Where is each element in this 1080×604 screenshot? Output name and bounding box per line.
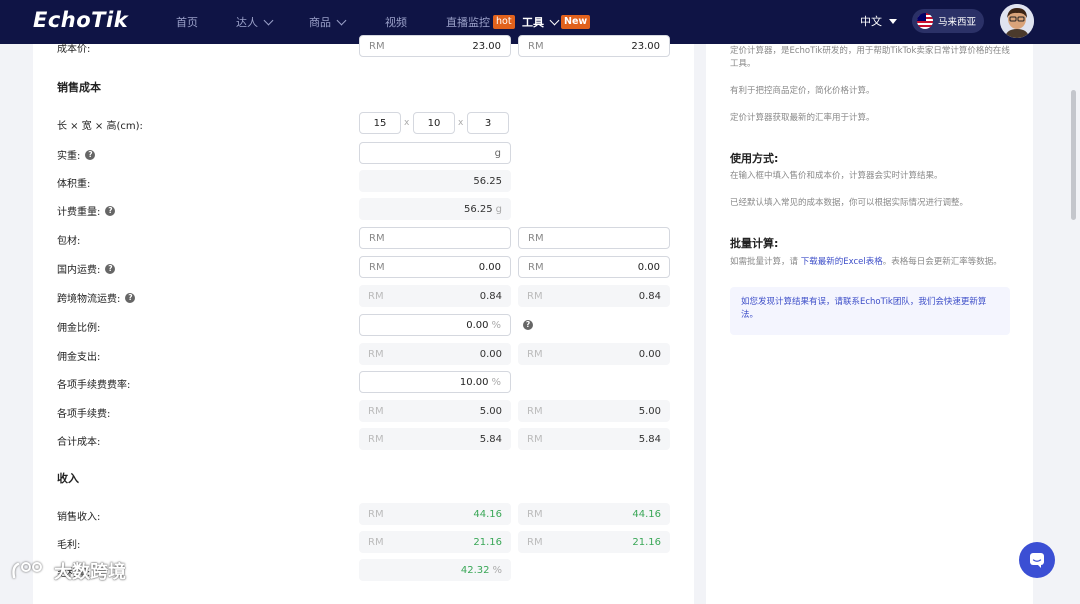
- packaging-input-1[interactable]: RM: [359, 227, 511, 249]
- commission-expense-value-1: RM 0.00: [359, 343, 511, 365]
- hot-badge: hot: [493, 15, 515, 29]
- chevron-down-icon: [549, 15, 560, 25]
- sales-income-value-2: RM 44.16: [518, 503, 670, 525]
- chat-icon: [1030, 553, 1044, 568]
- download-excel-link[interactable]: 下载最新的Excel表格: [801, 257, 883, 267]
- billing-weight-value: 56.25 g: [359, 198, 511, 220]
- width-input[interactable]: 10: [413, 112, 455, 134]
- new-badge: New: [561, 15, 591, 29]
- margin-value: 42.32%: [359, 559, 511, 581]
- total-cost-value-1: RM 5.84: [359, 428, 511, 450]
- avatar-icon: [1000, 4, 1034, 38]
- total-cost-value-2: RM 5.84: [518, 428, 670, 450]
- dimensions-label: 长 × 宽 × 高(cm):: [57, 121, 143, 132]
- domestic-shipping-label: 国内运费:?: [57, 261, 116, 276]
- help-icon[interactable]: ?: [523, 320, 533, 330]
- volume-weight-label: 体积重:: [57, 179, 91, 190]
- usage-text-1: 在输入框中填入售价和成本价，计算器会实时计算结果。: [730, 171, 943, 181]
- fees-value-2: RM 5.00: [518, 400, 670, 422]
- chat-button[interactable]: [1019, 542, 1055, 578]
- domestic-shipping-input-2[interactable]: RM 0.00: [518, 256, 670, 278]
- cross-border-value-1: RM 0.84: [359, 285, 511, 307]
- domestic-shipping-input-1[interactable]: RM 0.00: [359, 256, 511, 278]
- fees-label: 各项手续费:: [57, 409, 111, 420]
- watermark-logo-icon: [12, 562, 42, 579]
- usage-text-2: 已经默认填入常见的成本数据，你可以根据实际情况进行调整。: [730, 198, 969, 208]
- nav-live-monitor[interactable]: 直播监控 hot: [446, 14, 515, 30]
- intro-text-3: 定价计算器获取最新的汇率用于计算。: [730, 113, 875, 123]
- nav-videos[interactable]: 视频: [385, 14, 407, 30]
- malaysia-flag-icon: [917, 13, 933, 29]
- nav-products[interactable]: 商品: [309, 14, 347, 30]
- cost-price-input-2[interactable]: RM 23.00: [518, 35, 670, 57]
- batch-title: 批量计算:: [730, 237, 779, 250]
- packaging-label: 包材:: [57, 236, 81, 247]
- help-icon[interactable]: ?: [105, 205, 116, 216]
- page-scrollbar[interactable]: [1071, 90, 1076, 220]
- caret-down-icon: [889, 18, 897, 24]
- cost-price-label: 成本价:: [57, 44, 91, 55]
- commission-rate-input[interactable]: 0.00%: [359, 314, 511, 336]
- watermark: 大数跨境: [10, 558, 126, 584]
- error-notice: 如您发现计算结果有误，请联系EchoTik团队，我们会快速更新算法。: [730, 287, 1010, 335]
- commission-expense-value-2: RM 0.00: [518, 343, 670, 365]
- help-icon[interactable]: ?: [125, 292, 136, 303]
- height-input[interactable]: 3: [467, 112, 509, 134]
- cross-border-shipping-label: 跨境物流运费:?: [57, 290, 136, 305]
- section-sales-cost: 销售成本: [57, 81, 101, 94]
- batch-text: 如需批量计算，请 下载最新的Excel表格。表格每日会更新汇率等数据。: [730, 257, 1002, 267]
- help-icon[interactable]: ?: [105, 263, 116, 274]
- chevron-down-icon: [336, 15, 347, 25]
- billing-weight-label: 计费重量:?: [57, 203, 116, 218]
- actual-weight-input[interactable]: g: [359, 142, 511, 164]
- commission-expense-label: 佣金支出:: [57, 352, 101, 363]
- sales-income-label: 销售收入:: [57, 512, 101, 523]
- nav-home[interactable]: 首页: [176, 14, 198, 30]
- language-selector[interactable]: 中文: [860, 13, 897, 29]
- cost-price-input-1[interactable]: RM 23.00: [359, 35, 511, 57]
- dimension-separator: x: [404, 118, 410, 128]
- help-icon[interactable]: ?: [85, 149, 96, 160]
- volume-weight-value: 56.25: [359, 170, 511, 192]
- nav-influencers[interactable]: 达人: [236, 14, 274, 30]
- chevron-down-icon: [263, 15, 274, 25]
- user-avatar[interactable]: [1000, 4, 1034, 38]
- packaging-input-2[interactable]: RM: [518, 227, 670, 249]
- dimension-separator: x: [458, 118, 464, 128]
- cross-border-value-2: RM 0.84: [518, 285, 670, 307]
- fees-value-1: RM 5.00: [359, 400, 511, 422]
- total-cost-label: 合计成本:: [57, 437, 101, 448]
- commission-rate-label: 佣金比例:: [57, 323, 101, 334]
- intro-text-1: 定价计算器，是EchoTik研发的，用于帮助TikTok卖家日常计算价格的在线工…: [730, 46, 1010, 69]
- intro-text-2: 有利于把控商品定价，简化价格计算。: [730, 86, 875, 96]
- length-input[interactable]: 15: [359, 112, 401, 134]
- fee-rate-input[interactable]: 10.00%: [359, 371, 511, 393]
- region-selector[interactable]: 马来西亚: [912, 9, 984, 33]
- echotik-logo[interactable]: EchoTik: [33, 8, 128, 32]
- usage-title: 使用方式:: [730, 152, 779, 165]
- gross-profit-value-1: RM 21.16: [359, 531, 511, 553]
- gross-profit-label: 毛利:: [57, 540, 81, 551]
- nav-tools[interactable]: 工具 New: [522, 14, 591, 30]
- actual-weight-label: 实重:?: [57, 147, 96, 162]
- fee-rate-label: 各项手续费费率:: [57, 380, 131, 391]
- sales-income-value-1: RM 44.16: [359, 503, 511, 525]
- gross-profit-value-2: RM 21.16: [518, 531, 670, 553]
- section-income: 收入: [57, 472, 79, 485]
